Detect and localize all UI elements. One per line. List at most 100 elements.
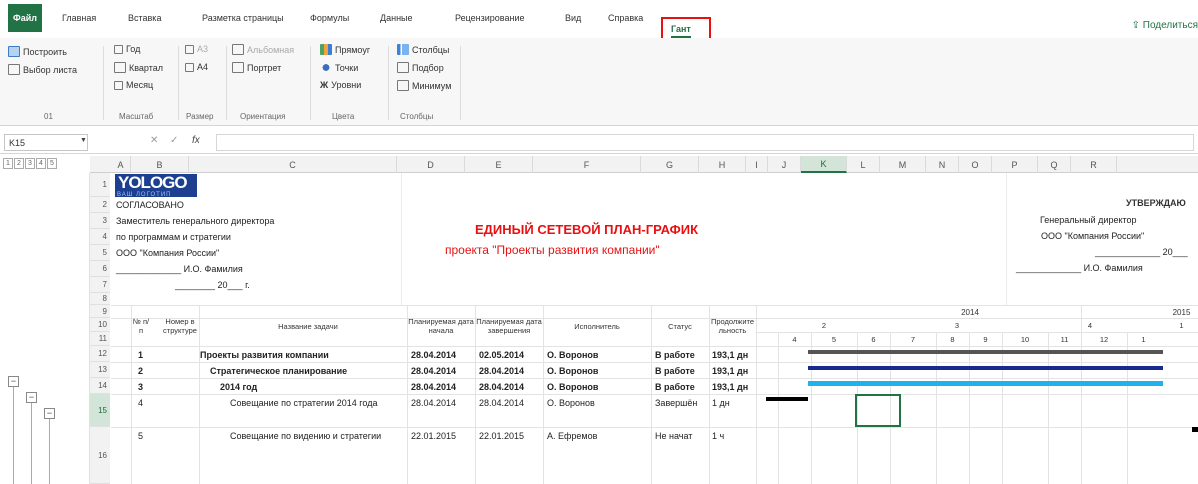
collapse-group-icon[interactable]: − xyxy=(26,392,37,403)
group-label-scale: Масштаб xyxy=(119,112,154,121)
outline-level-4[interactable]: 4 xyxy=(36,158,46,169)
row-header[interactable]: 3 xyxy=(90,213,110,229)
task-duration: 193,1 дн xyxy=(712,382,749,392)
a3-button[interactable]: A3 xyxy=(185,44,208,54)
row-header[interactable]: 14 xyxy=(90,378,110,394)
tab-view[interactable]: Вид xyxy=(565,13,581,23)
gantt-bar-project[interactable] xyxy=(808,350,1163,354)
row-header[interactable]: 5 xyxy=(90,245,110,261)
outline-level-3[interactable]: 3 xyxy=(25,158,35,169)
a4-button[interactable]: A4 xyxy=(185,62,208,72)
column-header[interactable]: B xyxy=(131,156,189,173)
column-header[interactable]: E xyxy=(465,156,533,173)
row-header[interactable]: 10 xyxy=(90,318,110,332)
column-header[interactable]: C xyxy=(189,156,397,173)
outline-level-1[interactable]: 1 xyxy=(3,158,13,169)
header-plan-start: Планируемая дата начала xyxy=(408,317,474,335)
column-header[interactable]: O xyxy=(959,156,992,173)
outline-level-2[interactable]: 2 xyxy=(14,158,24,169)
row-header[interactable]: 2 xyxy=(90,197,110,213)
gantt-bar-vision[interactable] xyxy=(1192,427,1198,432)
columns-button[interactable]: Столбцы xyxy=(397,44,449,55)
fx-icon[interactable]: fx xyxy=(192,135,200,146)
tab-file[interactable]: Файл xyxy=(8,4,42,32)
build-button[interactable]: Построить xyxy=(8,46,67,57)
task-status: В работе xyxy=(655,366,695,376)
task-name: Проекты развития компании xyxy=(200,350,329,360)
gantt-bar-meeting[interactable] xyxy=(766,397,808,401)
column-header[interactable]: P xyxy=(992,156,1038,173)
column-header[interactable]: R xyxy=(1071,156,1117,173)
row-header[interactable]: 11 xyxy=(90,332,110,346)
gantt-bar-2014[interactable] xyxy=(808,381,1163,386)
row-header[interactable]: 16 xyxy=(90,427,110,484)
gantt-month: 11 xyxy=(1060,334,1069,344)
row-header[interactable]: 7 xyxy=(90,277,110,293)
group-label-orientation: Ориентация xyxy=(240,112,286,121)
portrait-button[interactable]: Портрет xyxy=(232,62,281,73)
fit-button[interactable]: Подбор xyxy=(397,62,444,73)
formula-input[interactable] xyxy=(216,134,1194,151)
selected-cell-k15[interactable] xyxy=(855,394,901,427)
task-status: Завершён xyxy=(655,398,698,408)
build-label: Построить xyxy=(23,46,67,57)
tab-gant[interactable]: Гант xyxy=(671,24,691,34)
company-label-right: ООО "Компания России" xyxy=(1041,231,1145,241)
task-status: В работе xyxy=(655,350,695,360)
task-duration: 193,1 дн xyxy=(712,350,749,360)
tab-home[interactable]: Главная xyxy=(62,13,96,23)
column-header-selected[interactable]: K xyxy=(801,156,847,173)
column-header[interactable]: J xyxy=(768,156,801,173)
task-duration: 193,1 дн xyxy=(712,366,749,376)
column-header[interactable]: F xyxy=(533,156,641,173)
column-header[interactable]: G xyxy=(641,156,699,173)
outline-bracket xyxy=(13,387,14,484)
group-label-columns: Столбцы xyxy=(400,112,434,121)
gantt-month: 8 xyxy=(950,334,955,344)
month-button[interactable]: Месяц xyxy=(114,80,153,90)
row-header[interactable]: 8 xyxy=(90,293,110,305)
collapse-group-icon[interactable]: − xyxy=(44,408,55,419)
tab-page-layout[interactable]: Разметка страницы xyxy=(202,13,284,23)
tab-help[interactable]: Справка xyxy=(608,13,643,23)
year-button[interactable]: Год xyxy=(114,44,140,54)
tab-data[interactable]: Данные xyxy=(380,13,413,23)
tab-formulas[interactable]: Формулы xyxy=(310,13,349,23)
column-header[interactable]: N xyxy=(926,156,959,173)
row-header-selected[interactable]: 15 xyxy=(90,394,110,427)
select-list-button[interactable]: Выбор листа xyxy=(8,64,77,75)
quarter-button[interactable]: Квартал xyxy=(114,62,163,73)
row-header[interactable]: 1 xyxy=(90,173,110,197)
column-header[interactable]: L xyxy=(847,156,880,173)
ribbon-separator xyxy=(310,46,311,120)
enter-icon[interactable]: ✓ xyxy=(170,135,178,146)
row-header[interactable]: 13 xyxy=(90,362,110,378)
column-header[interactable]: A xyxy=(111,156,131,173)
share-button[interactable]: ⇪ Поделиться xyxy=(1132,20,1198,31)
levels-button[interactable]: Ж Уровни xyxy=(320,80,361,90)
row-header[interactable]: 12 xyxy=(90,346,110,362)
column-header[interactable]: D xyxy=(397,156,465,173)
row-header[interactable]: 4 xyxy=(90,229,110,245)
name-box-dropdown-icon[interactable]: ▼ xyxy=(80,137,87,144)
column-header[interactable]: I xyxy=(746,156,768,173)
row-header[interactable]: 9 xyxy=(90,305,110,318)
dots-button[interactable]: Точки xyxy=(320,62,358,73)
column-header[interactable]: Q xyxy=(1038,156,1071,173)
column-header[interactable]: M xyxy=(880,156,926,173)
name-box[interactable]: K15 xyxy=(4,134,88,151)
collapse-group-icon[interactable]: − xyxy=(8,376,19,387)
tab-review[interactable]: Рецензирование xyxy=(455,13,525,23)
row-header[interactable]: 6 xyxy=(90,261,110,277)
landscape-button[interactable]: Альбомная xyxy=(232,44,294,55)
outline-level-5[interactable]: 5 xyxy=(47,158,57,169)
tab-insert[interactable]: Вставка xyxy=(128,13,161,23)
column-header[interactable]: H xyxy=(699,156,746,173)
color-rectangle-icon xyxy=(320,44,332,55)
gantt-bar-strategy[interactable] xyxy=(808,366,1163,370)
gridline xyxy=(969,332,970,484)
minimum-button[interactable]: Минимум xyxy=(397,80,451,91)
rectangle-button[interactable]: Прямоуг xyxy=(320,44,370,55)
cancel-icon[interactable]: ✕ xyxy=(150,135,158,146)
task-status: В работе xyxy=(655,382,695,392)
